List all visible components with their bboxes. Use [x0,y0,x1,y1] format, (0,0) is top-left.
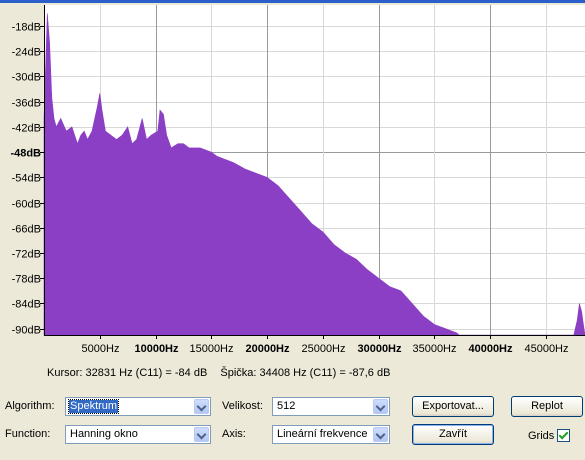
replot-button-label: Replot [531,400,563,412]
replot-button[interactable]: Replot [511,396,583,417]
y-tick-label: -30dB [12,72,41,84]
y-tick-label: -54dB [12,173,41,185]
close-button-label: Zavřít [438,428,468,440]
function-select[interactable]: Hanning okno [65,425,211,444]
y-tick-label: -48dB [10,148,41,160]
y-tick-label: -18dB [12,22,41,34]
chevron-down-icon[interactable] [194,399,209,414]
y-axis-labels: -18dB -24dB -30dB -36dB -42dB -48dB -54dB -60dB… [10,22,41,337]
y-tick-label: -90dB [12,325,41,337]
chevron-down-icon[interactable] [373,427,388,442]
x-axis-labels: 5000Hz 10000Hz 15000Hz 20000Hz 25000Hz 30000H… [82,343,569,355]
x-tick-label: 30000Hz [357,343,402,355]
spectrum-plot[interactable]: -18dB -24dB -30dB -36dB -42dB -48dB -54dB -60dB… [0,3,585,360]
x-tick-label: 25000Hz [301,343,345,355]
function-value: Hanning okno [70,428,138,440]
peak-readout: Špička: 34408 Hz (C11) = -87,6 dB [220,367,391,379]
y-tick-label: -84dB [12,299,41,311]
algorithm-value: Spektrum [67,399,120,414]
y-tick-label: -36dB [12,98,41,110]
axis-value: Lineární frekvence [277,428,368,440]
x-tick-label: 20000Hz [245,343,290,355]
x-tick-label: 45000Hz [524,343,568,355]
chevron-down-icon[interactable] [194,427,209,442]
y-tick-label: -66dB [12,224,41,236]
size-label: Velikost: [222,400,263,412]
y-tick-label: -60dB [12,199,41,211]
axis-label: Axis: [222,428,246,440]
y-tick-label: -24dB [12,47,41,59]
export-button-label: Exportovat... [422,400,484,412]
close-button[interactable]: Zavřít [412,424,494,445]
axis-select[interactable]: Lineární frekvence [272,425,390,444]
export-button[interactable]: Exportovat... [412,396,494,417]
size-value: 512 [277,400,296,412]
x-tick-label: 40000Hz [468,343,513,355]
cursor-readout: Kursor: 32831 Hz (C11) = -84 dB [47,367,208,379]
grids-checkbox[interactable] [557,429,570,442]
x-tick-label: 10000Hz [134,343,179,355]
grids-label: Grids [528,430,555,442]
size-select[interactable]: 512 [272,397,390,416]
status-line: Kursor: 32831 Hz (C11) = -84 dB Špička: … [47,367,400,379]
algorithm-label: Algorithm: [5,400,55,412]
y-tick-label: -78dB [12,274,41,286]
y-tick-label: -72dB [12,249,41,261]
x-tick-label: 5000Hz [82,343,120,355]
algorithm-select[interactable]: Spektrum [65,397,211,416]
x-tick-label: 15000Hz [189,343,233,355]
function-label: Function: [5,428,51,440]
chevron-down-icon[interactable] [373,399,388,414]
x-tick-label: 35000Hz [412,343,456,355]
y-tick-label: -42dB [12,123,41,135]
